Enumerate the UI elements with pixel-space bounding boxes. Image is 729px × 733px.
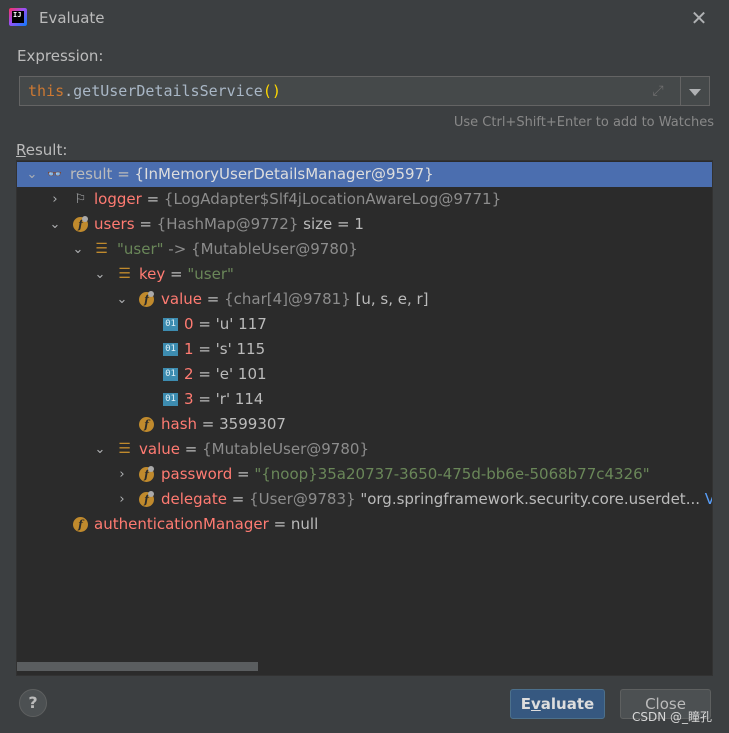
close-icon[interactable]: ✕	[689, 8, 709, 28]
history-dropdown-button[interactable]	[681, 76, 710, 106]
help-button[interactable]: ?	[19, 689, 47, 717]
tree-row-hash[interactable]: f hash = 3599307	[17, 412, 712, 437]
tree-row-logger[interactable]: › ⚐ logger = {LogAdapter$Slf4jLocationAw…	[17, 187, 712, 212]
watch-icon: 👓	[47, 167, 62, 181]
list-icon: ☰	[95, 241, 108, 257]
chevron-down-icon	[689, 89, 701, 96]
chevron-right-icon[interactable]: ›	[115, 462, 129, 487]
chevron-down-icon[interactable]: ⌄	[48, 212, 62, 237]
chevron-down-icon[interactable]: ⌄	[25, 162, 39, 187]
tree-row-char-2[interactable]: 01 2 = 'e' 101	[17, 362, 712, 387]
watches-hint: Use Ctrl+Shift+Enter to add to Watches	[453, 115, 714, 130]
tree-row-entry[interactable]: ⌄ ☰ "user" -> {MutableUser@9780}	[17, 237, 712, 262]
primitive-icon: 01	[163, 343, 178, 356]
tree-row-value-user[interactable]: ⌄ ☰ value = {MutableUser@9780}	[17, 437, 712, 462]
window-title: Evaluate	[39, 9, 105, 27]
chevron-down-icon[interactable]: ⌄	[93, 437, 107, 462]
chevron-right-icon[interactable]: ›	[48, 187, 62, 212]
lock-icon	[148, 466, 154, 472]
expand-icon[interactable]: ⤢	[649, 82, 667, 100]
chevron-down-icon[interactable]: ⌄	[71, 237, 85, 262]
tree-row-key[interactable]: ⌄ ☰ key = "user"	[17, 262, 712, 287]
scrollbar-thumb[interactable]	[17, 662, 258, 671]
result-label: Result:	[16, 141, 68, 159]
chevron-right-icon[interactable]: ›	[115, 487, 129, 512]
lock-icon	[148, 291, 154, 297]
tree-row-result[interactable]: ⌄ 👓 result = {InMemoryUserDetailsManager…	[17, 162, 712, 187]
tree-row-users[interactable]: ⌄ f users = {HashMap@9772} size = 1	[17, 212, 712, 237]
view-link[interactable]: View	[700, 490, 712, 508]
tree-row-authentication-manager[interactable]: f authenticationManager = null	[17, 512, 712, 537]
tree-row-char-1[interactable]: 01 1 = 's' 115	[17, 337, 712, 362]
watermark: CSDN @_瞳孔	[632, 710, 713, 724]
intellij-app-icon: IJ	[9, 8, 27, 26]
evaluate-button[interactable]: Evaluate	[510, 689, 605, 719]
tree-row-char-3[interactable]: 01 3 = 'r' 114	[17, 387, 712, 412]
field-icon: f	[73, 517, 88, 532]
lock-icon	[82, 216, 88, 222]
tree-row-delegate[interactable]: › f delegate = {User@9783} "org.springfr…	[17, 487, 712, 512]
tree-row-char-0[interactable]: 01 0 = 'u' 117	[17, 312, 712, 337]
primitive-icon: 01	[163, 393, 178, 406]
expression-label: Expression:	[17, 47, 104, 65]
expression-input[interactable]: this.getUserDetailsService() ⤢	[19, 76, 681, 106]
chevron-down-icon[interactable]: ⌄	[115, 287, 129, 312]
field-icon: f	[139, 417, 154, 432]
title-bar: IJ Evaluate ✕	[0, 0, 729, 36]
primitive-icon: 01	[163, 318, 178, 331]
lock-icon	[148, 491, 154, 497]
primitive-icon: 01	[163, 368, 178, 381]
expression-text[interactable]: this.getUserDetailsService()	[28, 82, 281, 100]
list-icon: ☰	[118, 266, 131, 282]
horizontal-scrollbar[interactable]	[16, 660, 713, 674]
result-tree[interactable]: ⌄ 👓 result = {InMemoryUserDetailsManager…	[16, 160, 713, 676]
list-icon: ☰	[118, 441, 131, 457]
chevron-down-icon[interactable]: ⌄	[93, 262, 107, 287]
tree-row-value-chars[interactable]: ⌄ f value = {char[4]@9781} [u, s, e, r]	[17, 287, 712, 312]
flag-icon: ⚐	[74, 192, 87, 207]
tree-row-password[interactable]: › f password = "{noop}35a20737-3650-475d…	[17, 462, 712, 487]
